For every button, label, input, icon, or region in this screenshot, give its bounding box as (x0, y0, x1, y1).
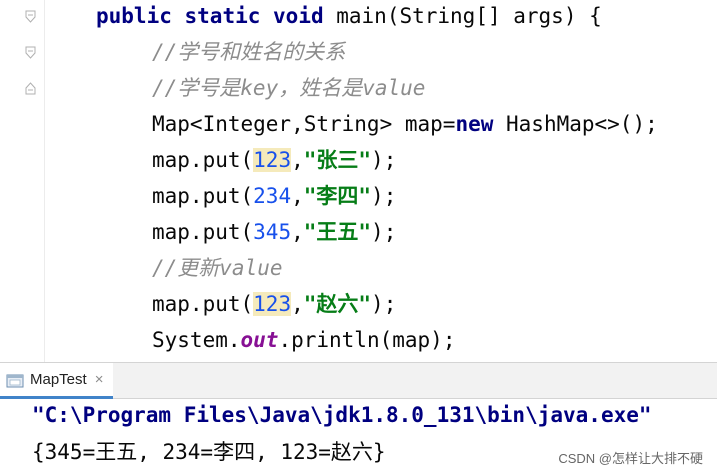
string-literal: "张三" (303, 148, 372, 172)
code-line-put: map.put(234,"李四"); (152, 178, 396, 214)
code-text: ); (371, 148, 397, 172)
code-line-map-decl: Map<Integer,String> map=new HashMap<>(); (152, 106, 658, 142)
fold-arrow-icon[interactable] (25, 10, 36, 23)
code-line-comment: //学号是key，姓名是value (152, 70, 425, 106)
number-literal: 345 (253, 220, 292, 244)
code-text: map.put( (152, 148, 254, 172)
code-line-main: public static void main(String[] args) { (96, 0, 602, 34)
code-text: map.put( (152, 184, 254, 208)
close-icon[interactable]: × (95, 371, 104, 388)
console-command-line: "C:\Program Files\Java\jdk1.8.0_131\bin\… (32, 403, 652, 427)
fold-end-icon[interactable] (25, 82, 36, 95)
string-literal: "李四" (303, 184, 372, 208)
code-text: System. (152, 328, 241, 352)
code-text: , (291, 184, 304, 208)
tab-label: MapTest (30, 371, 87, 388)
watermark: CSDN @怎样让大排不硬 (558, 451, 703, 466)
code-text: .println(map); (278, 328, 456, 352)
comment: //学号是key，姓名是value (152, 76, 426, 100)
run-config-icon (6, 373, 24, 387)
code-line-put: map.put(123,"赵六"); (152, 286, 396, 322)
code-line-put: map.put(345,"王五"); (152, 214, 396, 250)
comment: //学号和姓名的关系 (152, 40, 346, 64)
code-line-comment: //更新value (152, 250, 283, 286)
number-literal: 234 (253, 184, 292, 208)
code-text: main(String[] args) { (323, 4, 602, 28)
string-literal: "赵六" (303, 292, 372, 316)
number-literal: 123 (253, 148, 292, 172)
number-literal: 123 (253, 292, 292, 316)
code-text: , (291, 220, 304, 244)
fold-arrow-icon[interactable] (25, 46, 36, 59)
code-text: Map<Integer,String> map= (152, 112, 456, 136)
static-field: out (240, 328, 279, 352)
code-text: ); (371, 220, 397, 244)
console-output[interactable]: "C:\Program Files\Java\jdk1.8.0_131\bin\… (0, 399, 717, 475)
editor-gutter (0, 0, 45, 362)
run-tool-window-header: MapTest × (0, 362, 717, 399)
code-editor[interactable]: public static void main(String[] args) {… (0, 0, 717, 362)
code-line-println: System.out.println(map); (152, 322, 455, 358)
code-line-put: map.put(123,"张三"); (152, 142, 396, 178)
code-text: ); (371, 292, 397, 316)
code-text: HashMap<>(); (493, 112, 658, 136)
console-output-line: {345=王五, 234=李四, 123=赵六} (32, 440, 386, 464)
code-text: , (291, 148, 304, 172)
tab-maptest[interactable]: MapTest × (0, 363, 114, 399)
string-literal: "王五" (303, 220, 372, 244)
comment: //更新value (152, 256, 283, 280)
keyword: void (273, 4, 324, 28)
keyword: new (455, 112, 494, 136)
code-line-comment: //学号和姓名的关系 (152, 34, 345, 70)
keyword: public (96, 4, 172, 28)
code-text: map.put( (152, 292, 254, 316)
code-text: ); (371, 184, 397, 208)
code-text: , (291, 292, 304, 316)
keyword: static (184, 4, 261, 28)
code-text: map.put( (152, 220, 254, 244)
